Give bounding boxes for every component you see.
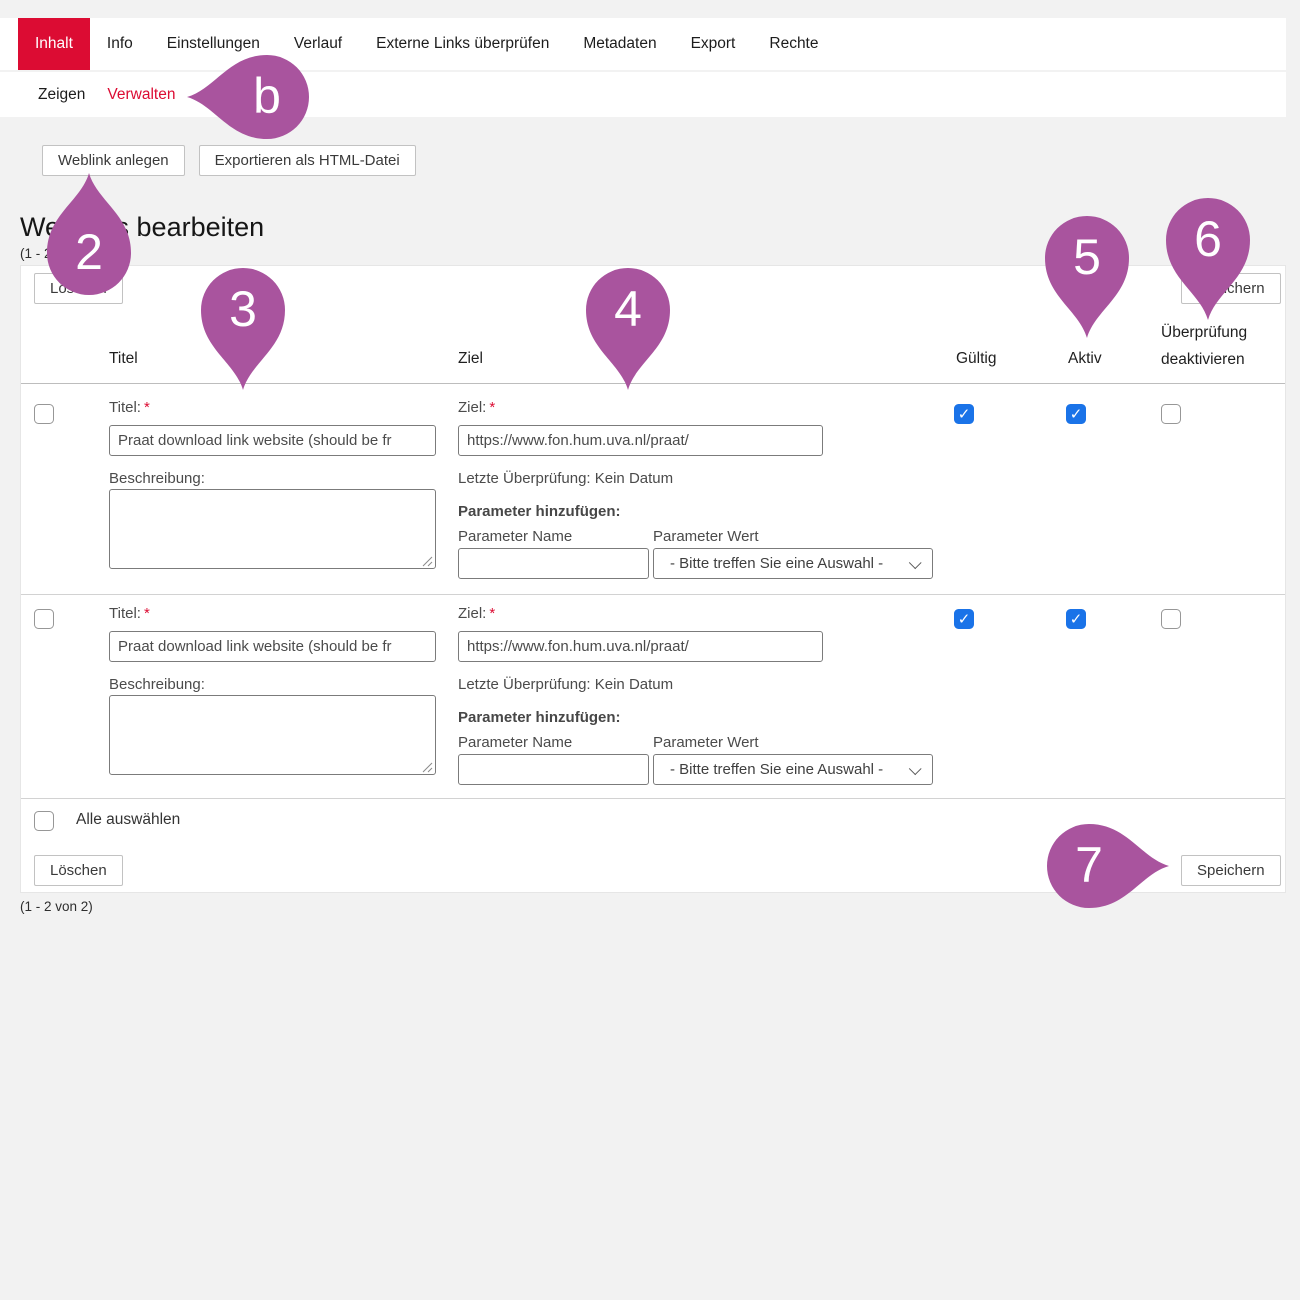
checkmark-icon: ✓: [958, 407, 971, 422]
required-asterisk: *: [144, 605, 150, 622]
parameter-name-input[interactable]: [458, 754, 649, 785]
export-html-button[interactable]: Exportieren als HTML-Datei: [199, 145, 416, 176]
parameter-wert-select[interactable]: - Bitte treffen Sie eine Auswahl -: [653, 548, 933, 579]
select-all-label: Alle auswählen: [76, 811, 180, 829]
annotation-pin-3: 3: [199, 266, 287, 395]
parameter-add-heading: Parameter hinzufügen:: [458, 503, 621, 520]
parameter-wert-select[interactable]: - Bitte treffen Sie eine Auswahl -: [653, 754, 933, 785]
subtab-zeigen[interactable]: Zeigen: [38, 86, 85, 104]
create-weblink-button[interactable]: Weblink anlegen: [42, 145, 185, 176]
titel-label: Titel:*: [109, 399, 150, 416]
titel-input[interactable]: [109, 425, 436, 456]
chevron-down-icon: [909, 556, 922, 569]
select-value: - Bitte treffen Sie eine Auswahl -: [670, 555, 883, 572]
subtab-verwalten[interactable]: Verwalten: [107, 86, 175, 104]
annotation-pin-4: 4: [584, 266, 672, 395]
annotation-pin-5: 5: [1043, 214, 1131, 343]
parameter-wert-label: Parameter Wert: [653, 734, 759, 751]
ziel-label: Ziel:*: [458, 399, 495, 416]
ziel-input[interactable]: [458, 631, 823, 662]
save-button-bottom[interactable]: Speichern: [1181, 855, 1281, 886]
column-header-gueltig: Gültig: [956, 350, 997, 368]
required-asterisk: *: [144, 399, 150, 416]
last-check-text: Letzte Überprüfung: Kein Datum: [458, 470, 673, 487]
select-value: - Bitte treffen Sie eine Auswahl -: [670, 761, 883, 778]
annotation-pin-7: 7: [1045, 822, 1169, 915]
parameter-add-heading: Parameter hinzufügen:: [458, 709, 621, 726]
table-row: ✓ Titel:* Beschreibung: Ziel:* Letzte Üb…: [21, 384, 1285, 594]
toolbar: Weblink anlegen Exportieren als HTML-Dat…: [42, 145, 416, 176]
table-row: ✓ Titel:* Beschreibung: Ziel:* Letzte Üb…: [21, 594, 1285, 798]
result-range-bottom: (1 - 2 von 2): [20, 899, 93, 914]
annotation-pin-6: 6: [1164, 196, 1252, 325]
titel-label: Titel:*: [109, 605, 150, 622]
annotation-pin-b: b: [187, 53, 311, 146]
pin-teardrop-icon: [1045, 822, 1169, 910]
tab-metadaten[interactable]: Metadaten: [566, 18, 673, 70]
tab-externe-links-ueberpruefen[interactable]: Externe Links überprüfen: [359, 18, 566, 70]
gueltig-checkbox[interactable]: ✓: [954, 404, 974, 424]
ziel-input[interactable]: [458, 425, 823, 456]
parameter-wert-label: Parameter Wert: [653, 528, 759, 545]
required-asterisk: *: [489, 399, 495, 416]
row-select-checkbox[interactable]: ✓: [34, 404, 54, 424]
parameter-name-input[interactable]: [458, 548, 649, 579]
checkmark-icon: ✓: [1070, 407, 1083, 422]
select-all-checkbox[interactable]: ✓: [34, 811, 54, 831]
checkmark-icon: ✓: [958, 612, 971, 627]
aktiv-checkbox[interactable]: ✓: [1066, 404, 1086, 424]
checkmark-icon: ✓: [1070, 612, 1083, 627]
parameter-name-label: Parameter Name: [458, 734, 572, 751]
tab-export[interactable]: Export: [674, 18, 753, 70]
gueltig-checkbox[interactable]: ✓: [954, 609, 974, 629]
beschreibung-label: Beschreibung:: [109, 470, 205, 487]
tab-inhalt[interactable]: Inhalt: [18, 18, 90, 70]
last-check-text: Letzte Überprüfung: Kein Datum: [458, 676, 673, 693]
pin-teardrop-icon: [187, 53, 311, 141]
tab-info[interactable]: Info: [90, 18, 150, 70]
column-header-ueberpruefung-deaktivieren: Überprüfung deaktivieren: [1161, 319, 1281, 373]
titel-input[interactable]: [109, 631, 436, 662]
required-asterisk: *: [489, 605, 495, 622]
column-header-titel: Titel: [109, 350, 138, 368]
ueberpruefung-deaktivieren-checkbox[interactable]: ✓: [1161, 609, 1181, 629]
row-select-checkbox[interactable]: ✓: [34, 609, 54, 629]
aktiv-checkbox[interactable]: ✓: [1066, 609, 1086, 629]
delete-button-bottom[interactable]: Löschen: [34, 855, 123, 886]
column-header-aktiv: Aktiv: [1068, 350, 1102, 368]
ueberpruefung-deaktivieren-checkbox[interactable]: ✓: [1161, 404, 1181, 424]
weblinks-manage-page: { "colors": { "accent_red": "#dc0c33", "…: [0, 0, 1300, 1300]
chevron-down-icon: [909, 762, 922, 775]
beschreibung-textarea[interactable]: [109, 489, 436, 569]
annotation-pin-2: 2: [45, 173, 133, 302]
parameter-name-label: Parameter Name: [458, 528, 572, 545]
tab-rechte[interactable]: Rechte: [752, 18, 835, 70]
column-header-ziel: Ziel: [458, 350, 483, 368]
beschreibung-label: Beschreibung:: [109, 676, 205, 693]
ziel-label: Ziel:*: [458, 605, 495, 622]
beschreibung-textarea[interactable]: [109, 695, 436, 775]
